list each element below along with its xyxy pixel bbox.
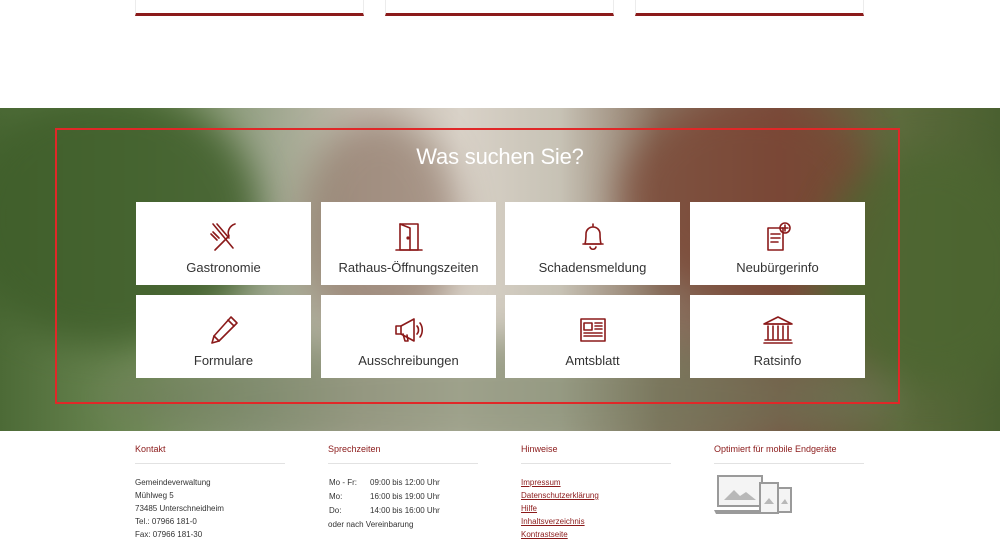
pencil-icon [210, 316, 238, 344]
hours-row: Do: 14:00 bis 16:00 Uhr [328, 504, 478, 518]
tile-label: Formulare [193, 353, 254, 368]
news-cards-strip [0, 0, 1000, 108]
contact-line: Gemeindeverwaltung [135, 478, 211, 487]
tile-amtsblatt[interactable]: Amtsblatt [505, 295, 680, 378]
contact-line: 73485 Unterschneidheim [135, 504, 224, 513]
search-hero: Was suchen Sie? Gastronomie Rathaus-Öffn… [0, 108, 1000, 431]
townhall-icon [762, 316, 793, 344]
footer-contact: Kontakt Gemeindeverwaltung Mühlweg 5 734… [135, 444, 285, 541]
tile-label: Neubürgerinfo [736, 260, 819, 275]
tile-ratsinfo[interactable]: Ratsinfo [690, 295, 865, 378]
hours-day: Mo: [329, 492, 343, 501]
footer-heading: Hinweise [521, 444, 671, 464]
hours-note: oder nach Vereinbarung [328, 520, 414, 529]
hours-row: Mo - Fr: 09:00 bis 12:00 Uhr [328, 476, 478, 490]
hours-day: Mo - Fr: [329, 478, 357, 487]
tile-label: Gastronomie [186, 260, 261, 275]
tile-neubuergerinfo[interactable]: Neubürgerinfo [690, 202, 865, 285]
tile-label: Rathaus-Öffnungszeiten [338, 260, 479, 275]
contact-fax: Fax: 07966 181-30 [135, 530, 203, 539]
page-title: Was suchen Sie? [416, 144, 584, 169]
hours-time: 14:00 bis 16:00 Uhr [370, 506, 440, 515]
bell-icon [581, 223, 604, 251]
tile-rathaus-oeffnungszeiten[interactable]: Rathaus-Öffnungszeiten [321, 202, 496, 285]
newspaper-icon [579, 318, 606, 342]
news-card[interactable] [635, 0, 864, 16]
hours-time: 16:00 bis 19:00 Uhr [370, 492, 440, 501]
news-card[interactable] [135, 0, 364, 16]
tile-schadensmeldung[interactable]: Schadensmeldung [505, 202, 680, 285]
tile-formulare[interactable]: Formulare [136, 295, 311, 378]
document-plus-icon [766, 222, 791, 251]
hours-time: 09:00 bis 12:00 Uhr [370, 478, 440, 487]
contact-line: Mühlweg 5 [135, 491, 174, 500]
footer-hours: Sprechzeiten Mo - Fr: 09:00 bis 12:00 Uhr… [328, 444, 478, 532]
contact-address: Gemeindeverwaltung Mühlweg 5 73485 Unter… [135, 476, 285, 541]
hours-day: Do: [329, 506, 342, 515]
door-icon [394, 223, 423, 251]
link-impressum[interactable]: Impressum [521, 476, 671, 489]
hours-row: Mo: 16:00 bis 19:00 Uhr [328, 490, 478, 504]
footer-mobile: Optimiert für mobile Endgeräte [714, 444, 864, 523]
tile-gastronomie[interactable]: Gastronomie [136, 202, 311, 285]
news-card[interactable] [385, 0, 614, 16]
tile-label: Amtsblatt [565, 353, 620, 368]
footer-heading: Sprechzeiten [328, 444, 478, 464]
link-inhaltsverzeichnis[interactable]: Inhaltsverzeichnis [521, 515, 671, 528]
cutlery-icon [209, 223, 236, 251]
footer-heading: Kontakt [135, 444, 285, 464]
tile-label: Ausschreibungen [358, 353, 459, 368]
tile-label: Schadensmeldung [538, 260, 647, 275]
link-datenschutz[interactable]: Datenschutzerklärung [521, 489, 671, 502]
footer-hints: Hinweise Impressum Datenschutzerklärung … [521, 444, 671, 541]
link-kontrastseite[interactable]: Kontrastseite [521, 528, 671, 541]
footer: Kontakt Gemeindeverwaltung Mühlweg 5 734… [0, 431, 1000, 542]
link-hilfe[interactable]: Hilfe [521, 502, 671, 515]
megaphone-icon [394, 318, 423, 342]
contact-phone: Tel.: 07966 181-0 [135, 517, 197, 526]
tile-label: Ratsinfo [753, 353, 802, 368]
devices-icon [714, 475, 792, 514]
footer-heading: Optimiert für mobile Endgeräte [714, 444, 864, 464]
tile-ausschreibungen[interactable]: Ausschreibungen [321, 295, 496, 378]
